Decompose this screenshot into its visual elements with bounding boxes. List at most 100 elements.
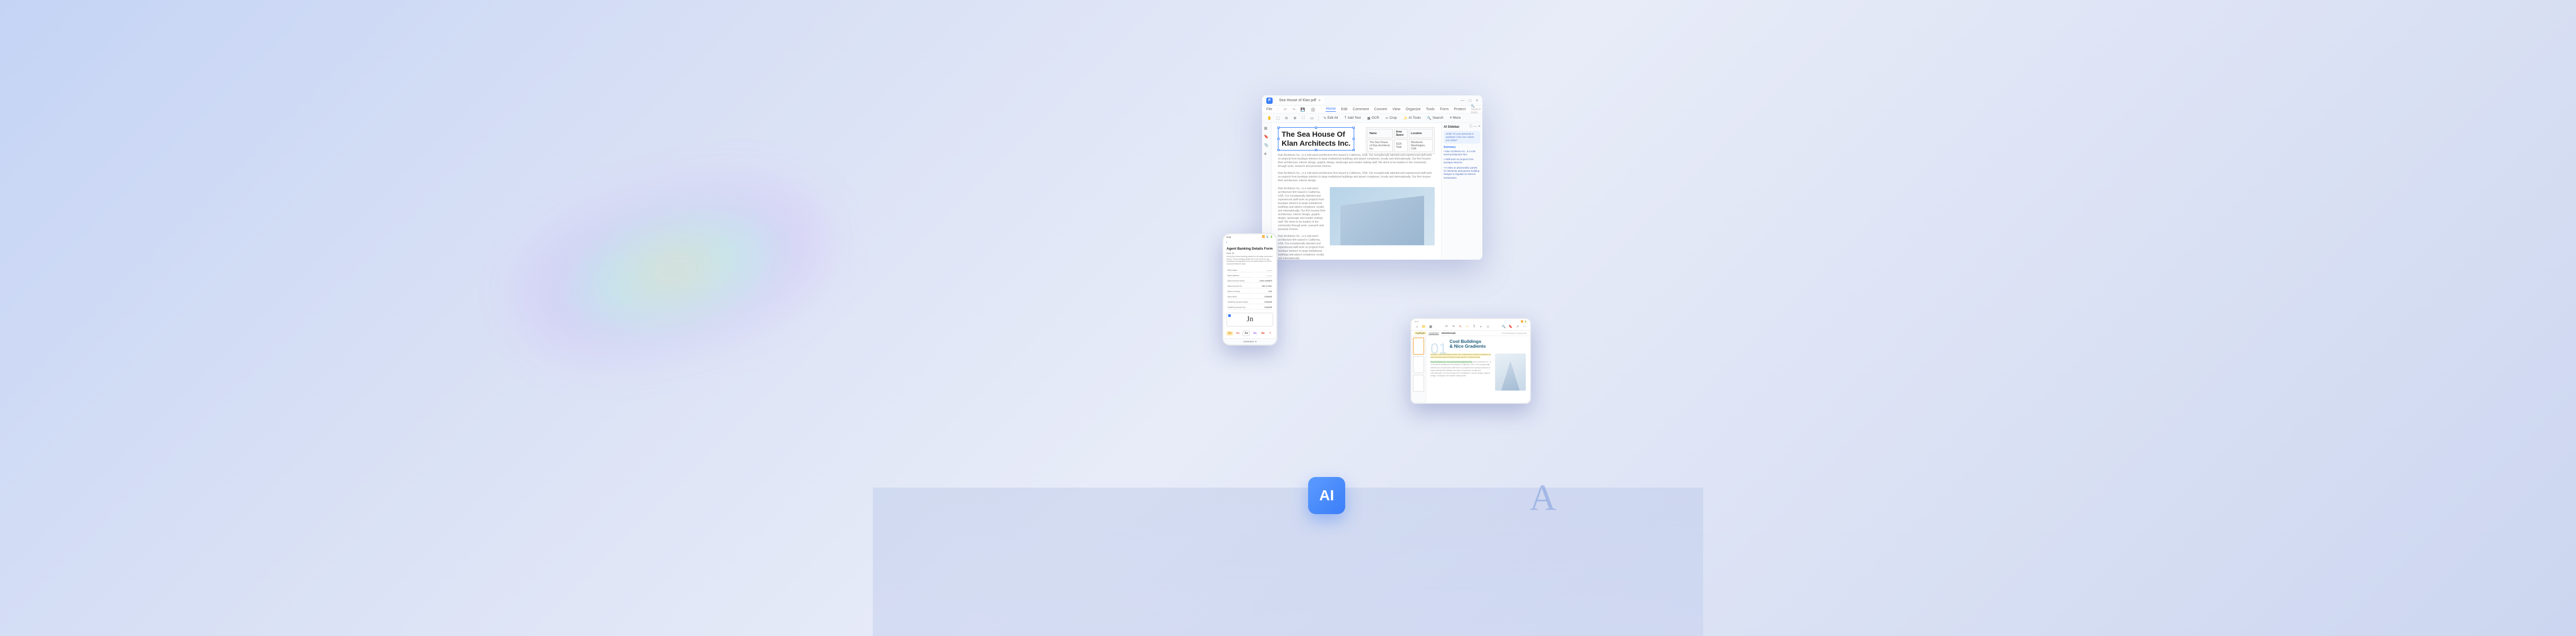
tablet-time: 9:41: [1415, 320, 1419, 323]
minimize-button[interactable]: —: [1460, 98, 1464, 103]
eraser-icon[interactable]: ◐: [1479, 324, 1483, 329]
table-row: Bank IBANCANAME: [1228, 295, 1272, 299]
thumbnail-page-1[interactable]: [1413, 338, 1424, 355]
toolbar: ✋ ⬚ ⊖ ⊕ ⛶ ▭ ✎ Edit All T Add Text ▦ OCR …: [1262, 113, 1482, 123]
file-menu[interactable]: File: [1266, 108, 1272, 111]
tablet-status-icons: 📶 🔋: [1521, 320, 1527, 323]
tool-search[interactable]: 🔍 Search tools: [1471, 104, 1481, 114]
menu-home[interactable]: Home: [1326, 107, 1336, 112]
menu-convert[interactable]: Convert: [1374, 108, 1388, 111]
maximize-button[interactable]: □: [1469, 98, 1471, 103]
tab-title: Sea House of Klan.pdf: [1279, 99, 1316, 102]
zoom-in-icon[interactable]: ⊕: [1292, 115, 1298, 121]
essential-label: The Essential Components: [1501, 332, 1527, 334]
signature-field[interactable]: Jn: [1227, 313, 1273, 326]
menu-form[interactable]: Form: [1440, 108, 1448, 111]
thumbnails-icon[interactable]: ▦: [1264, 126, 1269, 131]
close-button[interactable]: ×: [1475, 98, 1478, 103]
document-tab[interactable]: Sea House of Klan.pdf ×: [1276, 97, 1324, 104]
ai-app-icon[interactable]: AI: [1308, 477, 1345, 514]
more-icon[interactable]: ⋯: [1522, 324, 1527, 329]
redo-icon[interactable]: ↷: [1451, 324, 1456, 329]
pen-tool-button[interactable]: ✎: [1268, 331, 1273, 335]
strikethrough-button[interactable]: Aa: [1260, 331, 1266, 335]
mobile-document[interactable]: Agent Banking Details Form Dear Sir, Kin…: [1223, 245, 1276, 331]
home-icon[interactable]: ⌂: [1415, 324, 1419, 329]
mobile-format-toolbar: Aa Aa Aa Aa Aa ✎ ⋯: [1226, 330, 1274, 337]
document-canvas[interactable]: The Sea House Of Klan Architects Inc. Na…: [1272, 123, 1441, 260]
share-icon[interactable]: ↗: [1515, 324, 1520, 329]
info-table: NameArea SpaceLocation The Sea House of …: [1366, 127, 1435, 154]
mobile-body-text: Kindly find below banking details for al…: [1227, 255, 1273, 265]
ai-tools-button[interactable]: ✨ AI Tools: [1402, 115, 1423, 121]
pen-icon[interactable]: ✎: [1458, 324, 1463, 329]
menu-view[interactable]: View: [1392, 108, 1400, 111]
mobile-bottom-bar: Comment ▾: [1223, 338, 1276, 344]
ocr-button[interactable]: ▦ OCR: [1366, 115, 1381, 121]
dropdown-icon[interactable]: ▾: [1255, 340, 1256, 343]
add-text-button[interactable]: T Add Text: [1343, 115, 1362, 121]
back-button[interactable]: ‹: [1226, 241, 1227, 244]
highlighter-icon[interactable]: ✏: [1465, 324, 1470, 329]
ai-close-icon[interactable]: ×: [1478, 125, 1480, 129]
text-icon[interactable]: T: [1472, 324, 1477, 329]
undo-icon[interactable]: ↶: [1444, 324, 1449, 329]
signature-ink: Jn: [1246, 315, 1253, 324]
comment-mode-label[interactable]: Comment: [1244, 340, 1254, 343]
battery-icon: 🔋: [1270, 235, 1273, 238]
ai-expand-icon[interactable]: ⛶: [1470, 125, 1472, 129]
tab-close-icon[interactable]: ×: [1318, 98, 1321, 103]
underline-option[interactable]: Underline: [1429, 332, 1439, 334]
search-button[interactable]: 🔍 Search: [1426, 115, 1445, 121]
more-button[interactable]: ≡ More: [1448, 115, 1462, 121]
ai-minimize-icon[interactable]: —: [1473, 125, 1477, 129]
undo-icon[interactable]: ↶: [1284, 108, 1287, 112]
signature-handle[interactable]: [1228, 314, 1231, 317]
menu-comment[interactable]: Comment: [1353, 108, 1368, 111]
text-red-button[interactable]: Aa: [1235, 331, 1241, 335]
bookmark-icon[interactable]: 🔖: [1508, 324, 1513, 329]
hand-tool-icon[interactable]: ✋: [1266, 115, 1273, 121]
text-box-button[interactable]: Aa: [1242, 331, 1250, 336]
menu-protect[interactable]: Protect: [1454, 108, 1465, 111]
redo-icon[interactable]: ↷: [1292, 108, 1295, 112]
wifi-icon: 📡: [1266, 235, 1269, 238]
fit-width-icon[interactable]: ⛶: [1300, 115, 1307, 121]
text-purple-button[interactable]: Aa: [1251, 331, 1258, 335]
highlight-option[interactable]: Highlight: [1415, 332, 1426, 334]
search-icon[interactable]: 🔍: [1501, 324, 1506, 329]
attachments-icon[interactable]: 📎: [1264, 143, 1269, 148]
crop-button[interactable]: ✂ Crop: [1384, 115, 1399, 121]
tablet-device: 9:41 📶 🔋 ⌂ 📁 ▦ ↶ ↷ ✎ ✏ T ◐ ◇ 🔍 🔖 ↗ ⋯ Hig…: [1410, 318, 1531, 404]
ai-greeting-bubble: Hello! I'm your personal AI assistant. H…: [1444, 131, 1480, 144]
fit-page-icon[interactable]: ▭: [1309, 115, 1315, 121]
ai-sidebar-title: AI Sidebar: [1444, 126, 1460, 129]
menu-organize[interactable]: Organize: [1406, 108, 1420, 111]
more-tools-button[interactable]: ⋯: [1275, 331, 1277, 335]
highlight-yellow-button[interactable]: Aa: [1227, 331, 1233, 335]
ai-summary-item: • Klan Architects Inc., is a mid-sized a…: [1444, 150, 1480, 157]
menu-edit[interactable]: Edit: [1341, 108, 1347, 111]
menu-tools[interactable]: Tools: [1426, 108, 1435, 111]
shapes-icon[interactable]: ◇: [1486, 324, 1490, 329]
layers-icon[interactable]: ◈: [1264, 152, 1269, 157]
thumbnails-icon[interactable]: ▦: [1428, 324, 1433, 329]
select-tool-icon[interactable]: ⬚: [1275, 115, 1281, 121]
zoom-out-icon[interactable]: ⊖: [1283, 115, 1290, 121]
print-icon[interactable]: 🖨: [1311, 108, 1316, 112]
tablet-text-column: Housed in the international hotel, the c…: [1430, 354, 1492, 391]
selected-text-frame[interactable]: The Sea House Of Klan Architects Inc.: [1278, 127, 1354, 151]
tablet-document[interactable]: 01 Cool Buildings& Nice Gradients Housed…: [1426, 336, 1530, 403]
strikethrough-option[interactable]: Strikethrough: [1442, 332, 1456, 334]
files-icon[interactable]: 📁: [1421, 324, 1426, 329]
ai-sidebar-panel: AI Sidebar ⛶ — × Hello! I'm your persona…: [1441, 123, 1482, 260]
bookmarks-icon[interactable]: 🔖: [1264, 135, 1269, 140]
thumbnail-page-2[interactable]: [1413, 356, 1424, 373]
edit-all-button[interactable]: ✎ Edit All: [1322, 115, 1339, 121]
thumbnail-page-3[interactable]: [1413, 375, 1424, 392]
titlebar: P Sea House of Klan.pdf × — □ ×: [1262, 95, 1482, 106]
table-row: Bank Account No.456 XX ABC: [1228, 284, 1272, 288]
save-icon[interactable]: 💾: [1301, 108, 1305, 112]
desktop-app-window: P Sea House of Klan.pdf × — □ × File | ↶…: [1262, 95, 1482, 260]
tablet-toolbar: ⌂ 📁 ▦ ↶ ↷ ✎ ✏ T ◐ ◇ 🔍 🔖 ↗ ⋯: [1411, 323, 1530, 331]
